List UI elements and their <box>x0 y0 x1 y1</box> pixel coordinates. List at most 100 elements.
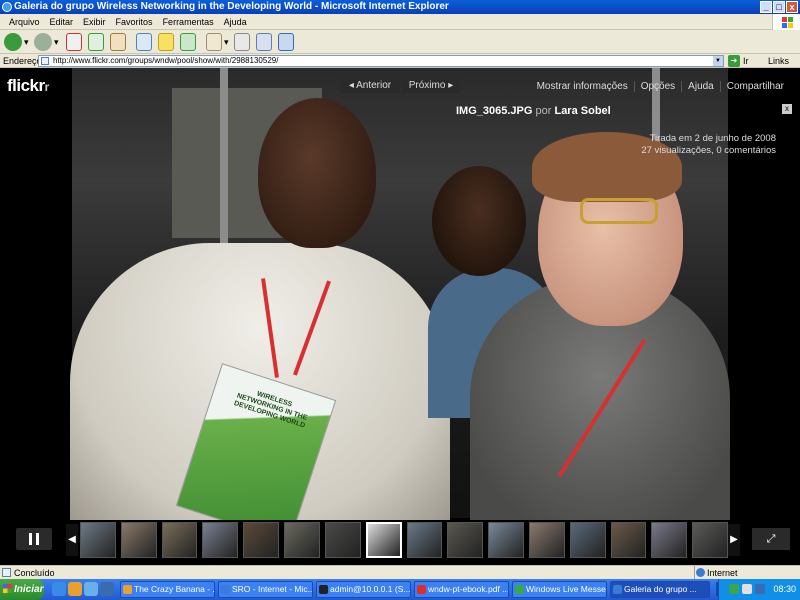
thumbnail[interactable] <box>569 522 606 558</box>
thumbnails <box>80 522 729 558</box>
address-bar: Endereço http://www.flickr.com/groups/wn… <box>0 54 800 68</box>
menu-editar[interactable]: Editar <box>45 14 79 29</box>
thumbnail[interactable] <box>447 522 484 558</box>
address-input[interactable]: http://www.flickr.com/groups/wndw/pool/s… <box>38 55 724 67</box>
thumbnail[interactable] <box>202 522 239 558</box>
taken-date: Tirada em 2 de junho de 2008 <box>649 133 776 144</box>
taskbar-item-label: wndw-pt-ebook.pdf ... <box>428 584 509 594</box>
strip-left-arrow-icon[interactable]: ◀ <box>66 524 78 556</box>
options-link[interactable]: Opções <box>633 81 681 92</box>
home-icon[interactable] <box>110 33 126 51</box>
share-link[interactable]: Compartilhar <box>719 81 790 92</box>
pause-icon[interactable] <box>16 528 52 550</box>
top-links: Mostrar informações Opções Ajuda Compart… <box>531 81 790 92</box>
taskbar-item[interactable]: SRO - Internet - Mic... <box>218 581 313 598</box>
start-button[interactable]: Iniciar <box>0 579 44 600</box>
photo-stats: 27 visualizações, 0 comentários <box>641 145 776 156</box>
taskbar-item[interactable]: Galeria do grupo ... <box>610 581 710 598</box>
ie-icon <box>2 2 12 12</box>
page-icon <box>41 57 49 65</box>
print-icon[interactable] <box>234 33 250 51</box>
browser-quicklaunch-icon[interactable] <box>68 582 82 596</box>
taskbar-item-label: Galeria do grupo ... <box>624 584 697 594</box>
close-info-icon[interactable]: x <box>782 104 792 114</box>
forward-dropdown-icon[interactable]: ▾ <box>54 37 59 48</box>
help-link[interactable]: Ajuda <box>681 81 720 92</box>
app-icon <box>221 585 230 594</box>
system-tray: 08:30 <box>718 579 800 600</box>
taskbar-item[interactable]: The Crazy Banana - ... <box>120 581 215 598</box>
history-icon[interactable] <box>180 33 196 51</box>
menu-ajuda[interactable]: Ajuda <box>219 14 252 29</box>
status-bar: Concluído Internet <box>0 565 800 580</box>
thumbnail[interactable] <box>406 522 443 558</box>
show-info-link[interactable]: Mostrar informações <box>531 81 634 92</box>
network-tray-icon[interactable] <box>755 584 765 594</box>
book-title: WIRELESS NETWORKING IN THE DEVELOPING WO… <box>233 390 308 430</box>
maximize-button[interactable]: □ <box>773 1 785 13</box>
thumbnail[interactable] <box>243 522 280 558</box>
thumbnail[interactable] <box>80 522 116 558</box>
thumbnail[interactable] <box>365 522 402 558</box>
menu-arquivo[interactable]: Arquivo <box>4 14 45 29</box>
media-quicklaunch-icon[interactable] <box>84 582 98 596</box>
close-button[interactable]: x <box>786 1 798 13</box>
clock: 08:30 <box>773 584 796 594</box>
thumbnail[interactable] <box>692 522 729 558</box>
strip-right-arrow-icon[interactable]: ▶ <box>728 524 740 556</box>
thumbnail[interactable] <box>488 522 524 558</box>
go-button[interactable]: Ir <box>743 54 749 68</box>
next-button[interactable]: Próximo ▸ <box>402 79 460 93</box>
menu-exibir[interactable]: Exibir <box>78 14 111 29</box>
photo-name[interactable]: IMG_3065.JPG <box>456 105 532 117</box>
photo-person-left-head <box>258 98 376 248</box>
photo-person-middle-head <box>432 166 526 276</box>
links-button[interactable]: Links <box>768 54 789 68</box>
thumbnail[interactable] <box>120 522 157 558</box>
minimize-button[interactable]: _ <box>760 1 772 13</box>
app-icon <box>613 585 622 594</box>
menu-favoritos[interactable]: Favoritos <box>111 14 158 29</box>
volume-tray-icon[interactable] <box>742 584 752 594</box>
flickr-logo[interactable]: flickrr <box>7 76 49 96</box>
back-icon[interactable] <box>4 33 22 51</box>
taskbar-item-label: Windows Live Messe... <box>526 584 607 594</box>
taskbar-item-label: SRO - Internet - Mic... <box>232 584 313 594</box>
search-icon[interactable] <box>136 33 152 51</box>
edit-icon[interactable] <box>256 33 272 51</box>
messenger-tray-icon[interactable] <box>729 584 739 594</box>
previous-button[interactable]: ◂ Anterior <box>340 79 400 93</box>
go-arrow-icon[interactable]: ➜ <box>728 55 740 67</box>
app-icon <box>123 585 132 594</box>
address-url: http://www.flickr.com/groups/wndw/pool/s… <box>53 56 279 65</box>
taskbar-item[interactable]: wndw-pt-ebook.pdf ... <box>414 581 509 598</box>
toolbar: ▾ ▾ ▾ <box>0 30 800 54</box>
taskbar-item-label: admin@10.0.0.1 (S... <box>330 584 411 594</box>
thumbnail[interactable] <box>324 522 361 558</box>
thumbnail[interactable] <box>161 522 198 558</box>
messenger-icon[interactable] <box>278 33 294 51</box>
mail-dropdown-icon[interactable]: ▾ <box>224 37 229 48</box>
desktop-quicklaunch-icon[interactable] <box>100 582 114 596</box>
back-dropdown-icon[interactable]: ▾ <box>24 37 29 48</box>
thumbnail[interactable] <box>284 522 320 558</box>
address-dropdown-icon[interactable]: ▼ <box>713 56 723 66</box>
favorites-icon[interactable] <box>158 33 174 51</box>
windows-logo-icon <box>3 584 12 593</box>
thumbnail[interactable] <box>651 522 688 558</box>
windows-logo-icon <box>772 14 800 30</box>
stop-icon[interactable] <box>66 33 82 51</box>
app-icon <box>515 585 524 594</box>
thumbnail[interactable] <box>610 522 647 558</box>
forward-icon[interactable] <box>34 33 52 51</box>
ie-quicklaunch-icon[interactable] <box>52 582 66 596</box>
thumbnail[interactable] <box>528 522 565 558</box>
fullscreen-icon[interactable]: ⤢ <box>752 528 790 550</box>
taskbar-item[interactable]: admin@10.0.0.1 (S... <box>316 581 411 598</box>
menu-ferramentas[interactable]: Ferramentas <box>158 14 219 29</box>
photo-author[interactable]: Lara Sobel <box>554 105 610 117</box>
window-controls: _ □ x <box>760 1 798 13</box>
refresh-icon[interactable] <box>88 33 104 51</box>
mail-icon[interactable] <box>206 33 222 51</box>
taskbar-item[interactable]: Windows Live Messe... <box>512 581 607 598</box>
